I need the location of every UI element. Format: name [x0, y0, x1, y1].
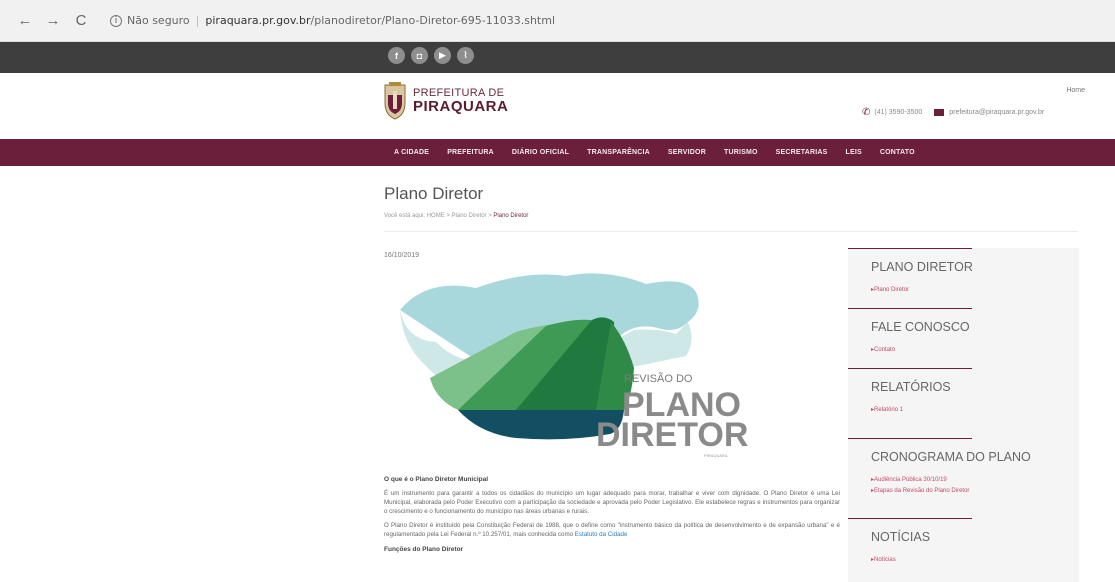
reload-icon[interactable]: C [70, 10, 92, 32]
article-paragraph-2: O Plano Diretor é instituído pela Consti… [384, 522, 840, 540]
figure-badge: PIRAQUARA [704, 453, 728, 458]
back-arrow-icon[interactable]: ← [14, 10, 36, 32]
home-link[interactable]: Home [1066, 87, 1085, 94]
city-crest-icon [384, 82, 406, 120]
sidebar-section-rule [848, 368, 972, 369]
phone-icon: ✆ [862, 107, 871, 118]
article-paragraph-1: É um instrumento para garantir a todos o… [384, 490, 840, 516]
nav-item[interactable]: LEIS [846, 149, 862, 156]
social-bar: f ◘ ▶ ⌇ [0, 42, 1115, 73]
instagram-icon[interactable]: ◘ [411, 47, 428, 64]
sidebar-link[interactable]: Etapas da Revisão do Plano Diretor [871, 487, 969, 494]
youtube-icon[interactable]: ▶ [434, 47, 451, 64]
sidebar-section-rule [848, 438, 972, 439]
nav-item[interactable]: SERVIDOR [668, 149, 706, 156]
mail-icon [934, 109, 945, 116]
plano-diretor-map-image: REVISÃO DO PLANO DIRETOR PIRAQUARA [400, 273, 748, 458]
sidebar-section-rule [848, 248, 972, 249]
nav-item[interactable]: TRANSPARÊNCIA [587, 149, 650, 156]
nav-item[interactable]: CONTATO [880, 149, 915, 156]
breadcrumb: Você está aqui: HOME > Plano Diretor > P… [384, 213, 528, 219]
sidebar-link[interactable]: Audiência Pública 30/10/19 [871, 476, 947, 483]
phone-number: (41) 3590-3500 [874, 109, 923, 116]
logo-line2: PIRAQUARA [413, 98, 509, 115]
nav-item[interactable]: SECRETARIAS [776, 149, 828, 156]
security-label: Não seguro [127, 14, 190, 27]
forward-arrow-icon[interactable]: → [42, 10, 64, 32]
sidebar-section-title: CRONOGRAMA DO PLANO [871, 450, 1031, 464]
article-body: O que é o Plano Diretor Municipal É um i… [384, 475, 840, 561]
email-link[interactable]: prefeitura@piraquara.pr.gov.br [949, 109, 1044, 116]
rss-icon[interactable]: ⌇ [457, 47, 474, 64]
sidebar-section-title: FALE CONOSCO [871, 320, 970, 334]
url-path: /planodiretor/Plano-Diretor-695-11033.sh… [310, 14, 556, 27]
browser-toolbar: ← → C i Não seguro | piraquara.pr.gov.br… [0, 0, 1115, 42]
url-host: piraquara.pr.gov.br [205, 14, 311, 27]
breadcrumb-trail[interactable]: Você está aqui: HOME > Plano Diretor > [384, 213, 493, 219]
nav-item[interactable]: TURISMO [724, 149, 758, 156]
address-bar[interactable]: i Não seguro | piraquara.pr.gov.br /plan… [110, 14, 555, 27]
site-logo[interactable]: PREFEITURA DE PIRAQUARA [383, 81, 508, 121]
info-icon[interactable]: i [110, 14, 122, 27]
figure-line1: REVISÃO DO [624, 372, 693, 385]
article-heading-2: Funções do Plano Diretor [384, 546, 464, 554]
sidebar-section-rule [848, 308, 972, 309]
sidebar-link[interactable]: Relatório 1 [871, 406, 903, 413]
nav-item[interactable]: DIÁRIO OFICIAL [512, 149, 569, 156]
site-header: PREFEITURA DE PIRAQUARA Home ✆ (41) 3590… [0, 73, 1115, 139]
nav-item[interactable]: PREFEITURA [447, 149, 494, 156]
nav-item[interactable]: A CIDADE [394, 149, 429, 156]
breadcrumb-current: Plano Diretor [493, 213, 529, 219]
title-divider [384, 231, 1078, 232]
sidebar-section-rule [848, 518, 972, 519]
post-date: 16/10/2019 [384, 252, 420, 259]
sidebar-section-title: NOTÍCIAS [871, 530, 931, 544]
figure-line3: DIRETOR [596, 416, 748, 454]
page-title: Plano Diretor [384, 184, 484, 203]
address-divider: | [195, 14, 200, 27]
sidebar-link[interactable]: Plano Diretor [871, 286, 909, 293]
estatuto-link[interactable]: Estatuto da Cidade [575, 531, 628, 538]
main-nav: A CIDADE PREFEITURA DIÁRIO OFICIAL TRANSPAR… [0, 139, 1115, 166]
sidebar-section-title: RELATÓRIOS [871, 380, 951, 394]
social-icons: f ◘ ▶ ⌇ [388, 47, 474, 64]
sidebar: PLANO DIRETOR Plano Diretor FALE CONOSCO Co… [848, 248, 1079, 582]
sidebar-link[interactable]: Notícias [871, 556, 896, 563]
main-nav-list: A CIDADE PREFEITURA DIÁRIO OFICIAL TRANSPAR… [394, 139, 933, 166]
header-contact: ✆ (41) 3590-3500 prefeitura@piraquara.pr… [862, 107, 1044, 118]
sidebar-section-title: PLANO DIRETOR [871, 260, 973, 274]
sidebar-link[interactable]: Contato [871, 346, 895, 353]
facebook-icon[interactable]: f [388, 47, 405, 64]
article-heading-1: O que é o Plano Diretor Municipal [384, 476, 489, 483]
